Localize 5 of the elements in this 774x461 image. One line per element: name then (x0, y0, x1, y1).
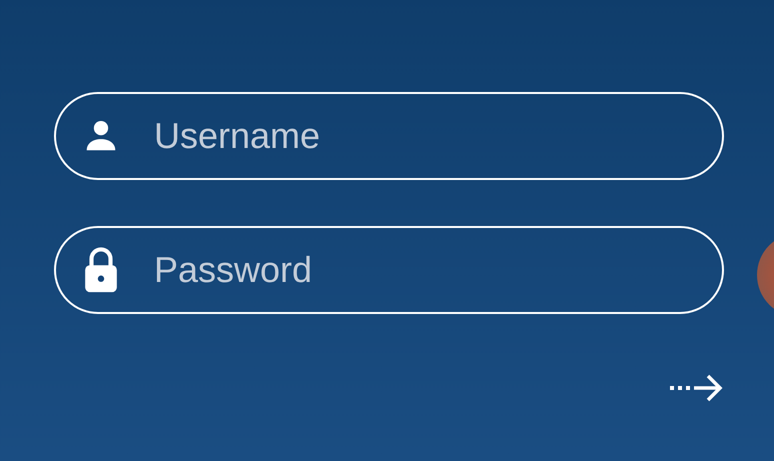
padlock-icon (82, 246, 120, 294)
dotted-arrow-icon (668, 372, 724, 404)
password-field[interactable]: Password (54, 226, 724, 314)
username-field[interactable]: Username (54, 92, 724, 180)
next-button[interactable] (668, 372, 724, 404)
